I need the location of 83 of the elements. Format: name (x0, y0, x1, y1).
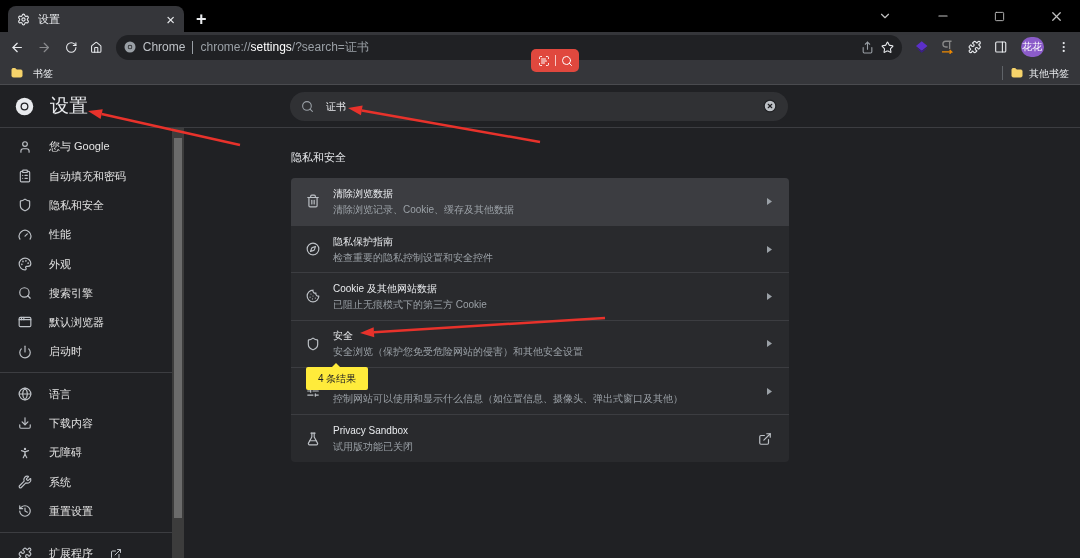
sidebar-item[interactable]: 搜索引擎 (0, 278, 172, 308)
clipboard-icon (18, 168, 32, 183)
bookmark-item[interactable]: 书签 (33, 65, 53, 81)
address-bar[interactable]: Chrome chrome://settings/?search=证书 (115, 34, 902, 60)
gear-icon (17, 12, 30, 26)
person-figure-icon (18, 445, 32, 460)
sidebar-item[interactable]: 无障碍 (0, 437, 172, 468)
star-icon[interactable] (880, 40, 894, 54)
site-label: Chrome (142, 39, 186, 56)
settings-row[interactable]: 清除浏览数据 清除浏览记录、Cookie、缓存及其他数据 (291, 177, 789, 225)
puzzle-icon (18, 546, 32, 558)
settings-row[interactable]: 隐私保护指南 检查重要的隐私控制设置和安全控件 (291, 224, 789, 273)
power-icon (18, 344, 32, 359)
palette-icon (18, 256, 32, 271)
shield-icon (306, 336, 320, 351)
chrome-logo-icon (15, 96, 34, 116)
share-icon[interactable] (860, 40, 874, 54)
search-icon[interactable] (560, 54, 573, 67)
gauge-icon (18, 227, 32, 242)
person-icon (18, 139, 32, 154)
search-field[interactable]: 证书 (290, 91, 788, 121)
new-tab-button[interactable]: + (196, 10, 207, 28)
window-icon (18, 315, 32, 330)
sidebar-item[interactable]: 自动填充和密码 (0, 161, 172, 191)
settings-row[interactable]: Privacy Sandbox 试用版功能已关闭 (291, 414, 789, 462)
pilcrow-arrow-icon[interactable] (941, 40, 955, 54)
section-title: 隐私和安全 (291, 150, 347, 165)
chrome-logo-icon (123, 41, 136, 53)
puzzle-icon[interactable] (967, 40, 982, 54)
sidebar-item[interactable]: 语言 (0, 379, 172, 409)
row-subtitle: 已阻止无痕模式下的第三方 Cookie (333, 297, 488, 312)
sidebar-item[interactable]: 启动时 (0, 337, 172, 367)
cookie-icon (306, 289, 320, 304)
sidebar-item[interactable]: 您与 Google (0, 132, 172, 162)
sidebar-item[interactable]: 下载内容 (0, 408, 172, 438)
reload-icon[interactable] (64, 40, 78, 54)
search-icon (301, 99, 314, 113)
sidebar-item[interactable]: 系统 (0, 467, 172, 497)
row-title: Cookie 及其他网站数据 (333, 281, 438, 296)
sidebar-item[interactable]: 默认浏览器 (0, 307, 172, 338)
row-subtitle: 控制网站可以使用和显示什么信息（如位置信息、摄像头、弹出式窗口及其他） (333, 391, 684, 406)
trash-icon (306, 194, 320, 209)
row-title: Privacy Sandbox (333, 424, 410, 439)
profile-avatar[interactable]: 花花 (1020, 37, 1044, 57)
search-icon (18, 286, 32, 301)
globe-icon (18, 387, 32, 401)
sidebar-item[interactable]: 外观 (0, 249, 172, 279)
download-icon (18, 416, 32, 431)
row-subtitle: 检查重要的隐私控制设置和安全控件 (333, 250, 494, 265)
row-subtitle: 清除浏览记录、Cookie、缓存及其他数据 (333, 202, 516, 217)
tab-title: 设置 (38, 11, 61, 27)
results-tooltip: 4 条结果 (306, 366, 369, 390)
row-title: 隐私保护指南 (333, 234, 394, 249)
maximize-icon[interactable] (994, 10, 1005, 22)
browser-tab[interactable]: 设置 × (8, 6, 184, 32)
home-icon[interactable] (90, 40, 103, 54)
side-panel-icon[interactable] (994, 40, 1008, 54)
compass-icon (306, 242, 320, 257)
settings-row[interactable]: Cookie 及其他网站数据 已阻止无痕模式下的第三方 Cookie (291, 272, 789, 320)
tab-close-button[interactable]: × (166, 11, 175, 27)
sidebar-item[interactable]: 性能 (0, 219, 172, 250)
clear-icon[interactable] (763, 99, 777, 113)
bookmark-item[interactable]: 其他书签 (1029, 65, 1069, 81)
sidebar-item[interactable]: 扩展程序 (0, 538, 172, 558)
folder-icon (1011, 67, 1023, 79)
sidebar-item[interactable]: 重置设置 (0, 496, 172, 526)
sidebar-item[interactable]: 隐私和安全 (0, 190, 172, 220)
row-title: 安全 (333, 329, 354, 344)
row-subtitle: 安全浏览（保护您免受危险网站的侵害）和其他安全设置 (333, 345, 584, 360)
settings-title: 设置 (50, 93, 88, 118)
search-value: 证书 (326, 99, 347, 114)
scan-text-icon[interactable] (537, 54, 550, 67)
history-icon (18, 504, 32, 519)
row-title: 清除浏览数据 (333, 186, 394, 201)
external-link-icon[interactable] (758, 431, 772, 446)
row-subtitle: 试用版功能已关闭 (333, 440, 414, 455)
scrollbar-thumb[interactable] (174, 138, 182, 518)
url-text: chrome://settings/?search=证书 (200, 39, 369, 56)
wrench-icon (18, 474, 32, 489)
shield-icon (18, 198, 32, 213)
folder-icon (11, 67, 23, 79)
scrollbar[interactable] (172, 128, 184, 558)
flask-icon (306, 431, 320, 446)
